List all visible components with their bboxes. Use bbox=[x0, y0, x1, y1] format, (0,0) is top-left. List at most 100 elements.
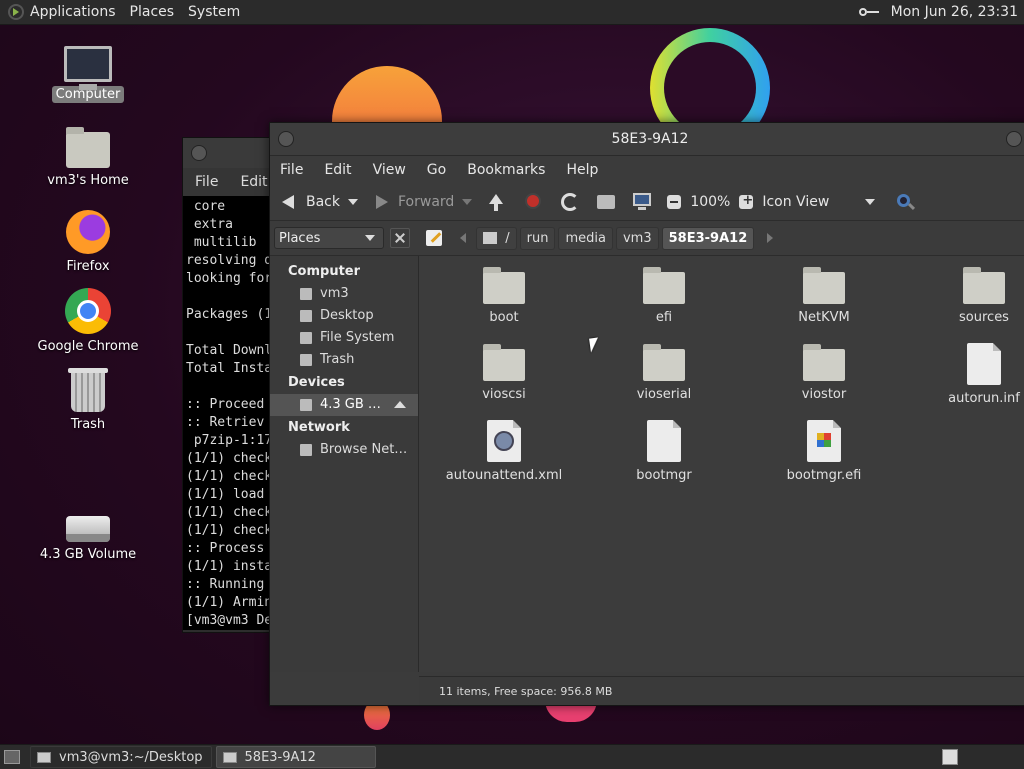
desktop-icon-label: Firefox bbox=[66, 259, 110, 274]
breadcrumb-root[interactable]: / bbox=[476, 226, 517, 250]
stop-button[interactable] bbox=[524, 192, 544, 212]
menu-edit[interactable]: Edit bbox=[324, 162, 351, 178]
window-close-button[interactable] bbox=[1006, 131, 1022, 147]
taskbar-item-terminal[interactable]: vm3@vm3:~/Desktop bbox=[30, 746, 212, 768]
search-icon[interactable] bbox=[895, 192, 915, 212]
terminal-output[interactable]: core extra multilib resolving d looking fo… bbox=[183, 196, 283, 630]
sidebar-item-volume[interactable]: 4.3 GB … bbox=[270, 394, 418, 416]
clock[interactable]: Mon Jun 26, 23:31 bbox=[891, 4, 1018, 20]
computer-button[interactable] bbox=[632, 192, 652, 212]
folder-item[interactable]: sources bbox=[919, 266, 1024, 325]
back-arrow-icon[interactable] bbox=[280, 192, 300, 212]
zoom-level[interactable]: 100% bbox=[690, 194, 730, 210]
sidebar-item-desktop[interactable]: Desktop bbox=[270, 305, 418, 327]
file-name: NetKVM bbox=[798, 310, 850, 325]
sidebar-item-browse-network[interactable]: Browse Net… bbox=[270, 439, 418, 461]
path-scroll-right-icon[interactable] bbox=[767, 233, 774, 243]
breadcrumb-current[interactable]: 58E3-9A12 bbox=[661, 226, 755, 250]
file-icon-view[interactable]: boot efi NetKVM sources vioscsi vioserial vios… bbox=[419, 256, 1024, 672]
places-menu[interactable]: Places bbox=[130, 4, 175, 20]
zoom-out-button[interactable] bbox=[664, 192, 684, 212]
back-button[interactable]: Back bbox=[306, 194, 340, 210]
distro-logo-icon[interactable] bbox=[8, 4, 24, 20]
content-area: Computer vm3 Desktop File System Trash D… bbox=[270, 256, 1024, 672]
document-icon bbox=[807, 420, 841, 462]
window-menu-button[interactable] bbox=[278, 131, 294, 147]
eject-icon[interactable] bbox=[394, 401, 406, 408]
keyring-icon[interactable] bbox=[858, 5, 881, 19]
terminal-titlebar[interactable] bbox=[183, 138, 283, 168]
menu-bookmarks[interactable]: Bookmarks bbox=[467, 162, 545, 178]
folder-item[interactable]: vioscsi bbox=[439, 343, 569, 402]
sidebar-places-select[interactable]: Places bbox=[274, 227, 384, 249]
sidebar-item-label: Trash bbox=[320, 352, 355, 367]
window-menu-button[interactable] bbox=[191, 145, 207, 161]
drive-icon bbox=[222, 751, 237, 763]
desktop-icon-home[interactable]: vm3's Home bbox=[33, 127, 143, 189]
view-mode-dropdown[interactable] bbox=[865, 199, 876, 205]
menu-file[interactable]: File bbox=[280, 162, 303, 178]
workspace-switcher[interactable] bbox=[942, 749, 958, 765]
file-name: bootmgr bbox=[636, 468, 692, 483]
desktop-icon-computer[interactable]: Computer bbox=[33, 46, 143, 103]
file-item[interactable]: autorun.inf bbox=[919, 343, 1024, 406]
path-scroll-left-icon[interactable] bbox=[460, 233, 466, 243]
breadcrumb-media[interactable]: media bbox=[558, 226, 613, 250]
show-desktop-button[interactable] bbox=[4, 750, 20, 764]
sidebar-header-network: Network bbox=[288, 420, 350, 435]
zoom-in-button[interactable] bbox=[736, 192, 756, 212]
system-menu[interactable]: System bbox=[188, 4, 240, 20]
file-manager-window[interactable]: 58E3-9A12 File Edit View Go Bookmarks He… bbox=[269, 122, 1024, 706]
drive-icon bbox=[300, 398, 312, 411]
file-item[interactable]: bootmgr bbox=[599, 420, 729, 483]
folder-item[interactable]: efi bbox=[599, 266, 729, 325]
sidebar-item-label: 4.3 GB … bbox=[320, 397, 381, 412]
folder-item[interactable]: vioserial bbox=[599, 343, 729, 402]
close-sidebar-button[interactable] bbox=[390, 228, 410, 248]
applications-menu[interactable]: Applications bbox=[30, 4, 116, 20]
menu-view[interactable]: View bbox=[373, 162, 406, 178]
desktop-icon-trash[interactable]: Trash bbox=[33, 368, 143, 433]
breadcrumb-vm3[interactable]: vm3 bbox=[615, 226, 659, 250]
up-button[interactable] bbox=[486, 192, 506, 212]
terminal-menu-edit[interactable]: Edit bbox=[240, 174, 267, 190]
folder-item[interactable]: NetKVM bbox=[759, 266, 889, 325]
sidebar-item-filesystem[interactable]: File System bbox=[270, 327, 418, 349]
desktop-icon-volume[interactable]: 4.3 GB Volume bbox=[33, 506, 143, 563]
folder-icon bbox=[643, 267, 685, 304]
folder-item[interactable]: boot bbox=[439, 266, 569, 325]
file-name: boot bbox=[489, 310, 519, 325]
desktop-icon-chrome[interactable]: Google Chrome bbox=[33, 288, 143, 355]
desktop-icon-label: Google Chrome bbox=[37, 339, 139, 354]
drive-icon bbox=[66, 516, 110, 542]
taskbar-item-file-manager[interactable]: 58E3-9A12 bbox=[215, 746, 376, 768]
sidebar-item-vm3[interactable]: vm3 bbox=[270, 283, 418, 305]
menu-go[interactable]: Go bbox=[427, 162, 446, 178]
reload-button[interactable] bbox=[560, 192, 580, 212]
file-name: autounattend.xml bbox=[445, 468, 563, 483]
window-titlebar[interactable]: 58E3-9A12 bbox=[270, 123, 1024, 156]
bottom-taskbar: vm3@vm3:~/Desktop 58E3-9A12 bbox=[0, 744, 1024, 769]
desktop-icon-label: Trash bbox=[70, 417, 106, 432]
sidebar-item-trash[interactable]: Trash bbox=[270, 349, 418, 371]
home-button[interactable] bbox=[596, 192, 616, 212]
file-name: sources bbox=[959, 310, 1009, 325]
view-mode-select[interactable]: Icon View bbox=[762, 194, 829, 210]
forward-button[interactable]: Forward bbox=[398, 194, 454, 210]
desktop-icon bbox=[300, 309, 312, 322]
file-item[interactable]: bootmgr.efi bbox=[759, 420, 889, 483]
forward-arrow-icon[interactable] bbox=[372, 192, 392, 212]
breadcrumb-run[interactable]: run bbox=[519, 226, 556, 250]
forward-history-dropdown[interactable] bbox=[462, 199, 473, 205]
menu-help[interactable]: Help bbox=[566, 162, 598, 178]
terminal-menu-file[interactable]: File bbox=[195, 174, 218, 190]
folder-icon bbox=[483, 344, 525, 381]
desktop-icon-firefox[interactable]: Firefox bbox=[33, 210, 143, 275]
file-name: autorun.inf bbox=[948, 391, 1020, 406]
folder-item[interactable]: viostor bbox=[759, 343, 889, 402]
file-item[interactable]: autounattend.xml bbox=[439, 420, 569, 483]
location-edit-icon[interactable] bbox=[426, 230, 442, 246]
back-history-dropdown[interactable] bbox=[348, 199, 358, 205]
desktop-icon-label: 4.3 GB Volume bbox=[39, 547, 137, 562]
file-name: bootmgr.efi bbox=[786, 468, 862, 483]
